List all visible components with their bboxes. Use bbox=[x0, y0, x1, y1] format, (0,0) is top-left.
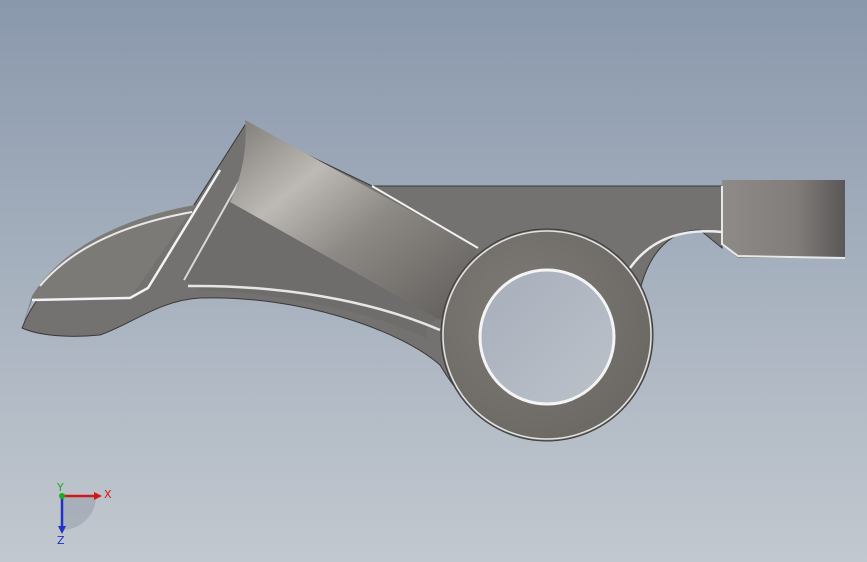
rocker-arm-model[interactable] bbox=[0, 0, 867, 562]
x-axis-label: X bbox=[104, 488, 112, 501]
right-pad bbox=[722, 180, 845, 258]
z-axis-label: Z bbox=[57, 534, 65, 547]
z-arrow-head bbox=[58, 526, 66, 534]
pivot-hole bbox=[478, 268, 616, 406]
y-axis-label: Y bbox=[56, 481, 64, 494]
axis-triad: X Y Z bbox=[40, 478, 120, 548]
3d-viewport[interactable]: X Y Z bbox=[0, 0, 867, 562]
x-arrow-head bbox=[94, 492, 102, 500]
